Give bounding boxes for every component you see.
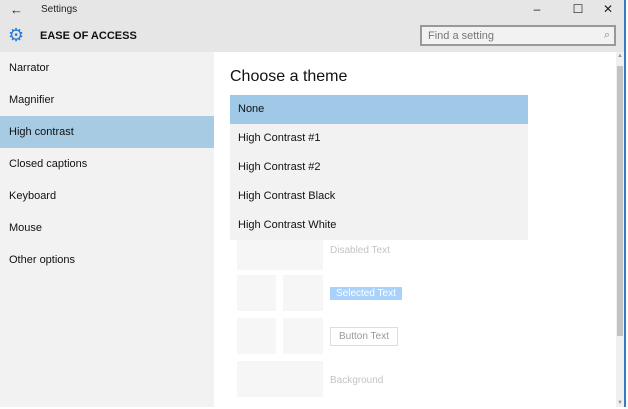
scroll-down-icon[interactable]: ▼ — [616, 400, 624, 406]
main-content: Choose a theme Disabled Text Selected Te… — [214, 52, 616, 407]
back-arrow-icon[interactable]: ← — [10, 2, 23, 17]
sidebar-item-keyboard[interactable]: Keyboard — [0, 180, 214, 212]
minimize-button[interactable]: – — [527, 2, 547, 16]
scrollbar-thumb[interactable] — [617, 66, 623, 336]
sidebar-item-high-contrast[interactable]: High contrast — [0, 116, 214, 148]
window-title: Settings — [41, 4, 78, 15]
theme-option-none[interactable]: None — [230, 95, 528, 124]
theme-option-hc-white[interactable]: High Contrast White — [230, 211, 528, 240]
search-input[interactable]: Find a setting ⌕ — [420, 25, 616, 46]
button-swatch-2 — [283, 318, 323, 354]
maximize-button[interactable]: ☐ — [568, 2, 588, 16]
section-heading: Choose a theme — [230, 68, 348, 85]
theme-option-hc-black[interactable]: High Contrast Black — [230, 182, 528, 211]
settings-window: ← Settings – ☐ ✕ ⚙ EASE OF ACCESS Find a… — [0, 0, 626, 407]
button-text-label: Button Text — [330, 327, 398, 346]
sidebar-item-other-options[interactable]: Other options — [0, 244, 214, 276]
theme-dropdown-list[interactable]: None High Contrast #1 High Contrast #2 H… — [230, 95, 528, 240]
gear-icon: ⚙ — [8, 25, 25, 45]
sidebar-item-magnifier[interactable]: Magnifier — [0, 84, 214, 116]
sidebar: Narrator Magnifier High contrast Closed … — [0, 52, 214, 407]
disabled-swatch — [237, 238, 323, 270]
background-label: Background — [330, 375, 384, 386]
title-bar: ← Settings – ☐ ✕ — [0, 0, 624, 20]
search-icon[interactable]: ⌕ — [604, 29, 610, 42]
search-placeholder: Find a setting — [428, 30, 495, 42]
button-swatch-1 — [237, 318, 276, 354]
selected-text-label: Selected Text — [330, 287, 402, 300]
sidebar-item-closed-captions[interactable]: Closed captions — [0, 148, 214, 180]
close-button[interactable]: ✕ — [598, 2, 618, 16]
page-header: ⚙ EASE OF ACCESS Find a setting ⌕ — [0, 20, 624, 52]
theme-option-hc2[interactable]: High Contrast #2 — [230, 153, 528, 182]
theme-option-hc1[interactable]: High Contrast #1 — [230, 124, 528, 153]
disabled-text-label: Disabled Text — [330, 245, 390, 256]
vertical-scrollbar[interactable]: ▲ ▼ — [616, 52, 624, 407]
selected-swatch-1 — [237, 275, 276, 311]
page-title: EASE OF ACCESS — [40, 30, 137, 42]
background-swatch — [237, 361, 323, 397]
sidebar-item-narrator[interactable]: Narrator — [0, 52, 214, 84]
sidebar-item-mouse[interactable]: Mouse — [0, 212, 214, 244]
selected-swatch-2 — [283, 275, 323, 311]
scroll-up-icon[interactable]: ▲ — [616, 53, 624, 59]
